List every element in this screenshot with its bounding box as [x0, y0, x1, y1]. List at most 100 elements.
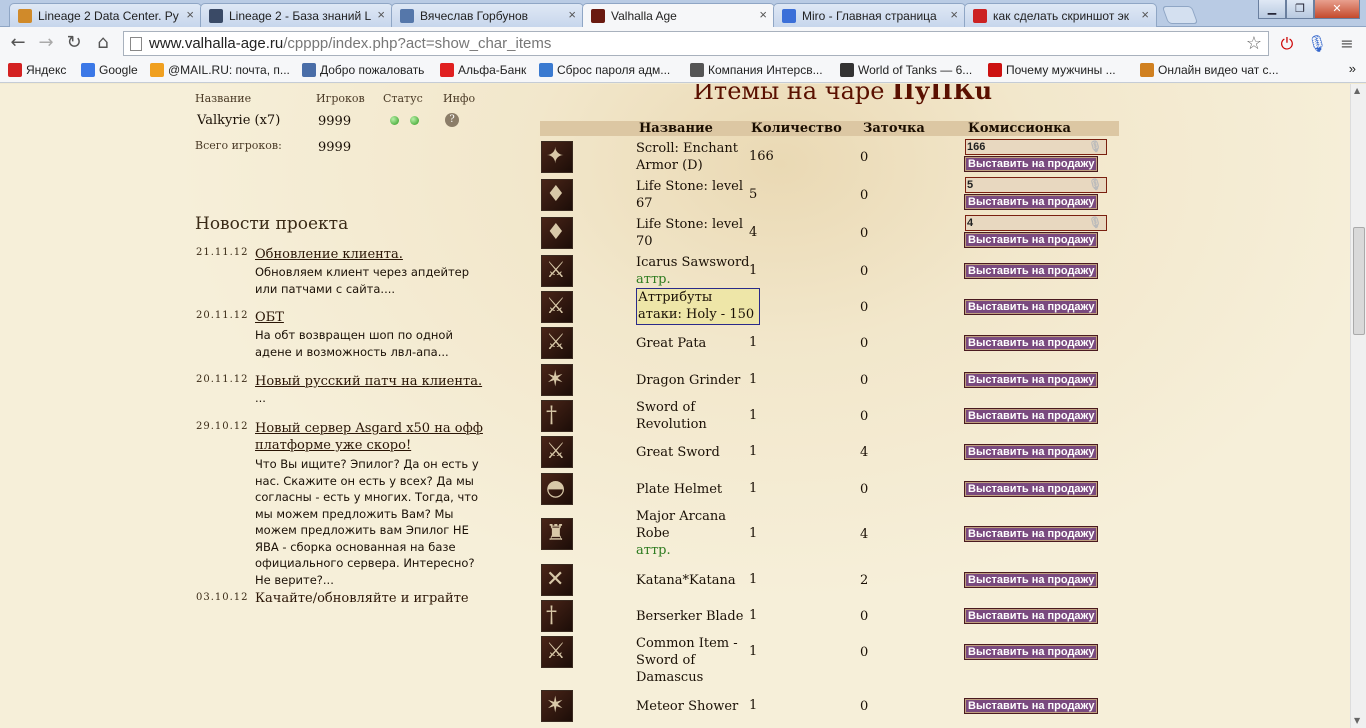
- news-link[interactable]: ОБТ: [255, 309, 485, 326]
- sell-button[interactable]: Выставить на продажу: [965, 445, 1098, 459]
- news-excerpt: ...: [255, 391, 266, 405]
- sell-button[interactable]: Выставить на продажу: [965, 482, 1098, 496]
- close-icon[interactable]: ×: [950, 7, 958, 22]
- window-close-button[interactable]: ✕: [1314, 0, 1360, 19]
- reload-icon[interactable]: ↻: [64, 33, 84, 53]
- item-row: ♦ Life Stone: level 70 4 0 4 🎙 Выставить на пр…: [540, 215, 1120, 250]
- tab-title: Lineage 2 - База знаний L: [229, 9, 372, 23]
- scroll-down-icon[interactable]: ▼: [1354, 716, 1360, 725]
- close-icon[interactable]: ×: [186, 7, 194, 22]
- item-name: Icarus Sawsword аттр.: [636, 254, 760, 288]
- item-row: † Sword of Revolution 1 0 Выставить на прода…: [540, 399, 1120, 433]
- bookmark-item[interactable]: Яндекс: [8, 63, 66, 77]
- item-name-text: Icarus Sawsword: [636, 255, 750, 270]
- bookmark-item[interactable]: Добро пожаловать: [302, 63, 424, 77]
- sell-quantity-input[interactable]: 5 🎙: [965, 177, 1107, 193]
- home-icon[interactable]: ⌂: [93, 33, 113, 53]
- menu-icon[interactable]: ≡: [1336, 33, 1358, 55]
- sell-quantity-input[interactable]: 4 🎙: [965, 215, 1107, 231]
- item-qty: 4: [749, 225, 758, 240]
- news-date: 29.10.12: [196, 421, 249, 432]
- bookmark-item[interactable]: Почему мужчины ...: [988, 63, 1116, 77]
- bookmark-item[interactable]: Онлайн видео чат с...: [1140, 63, 1279, 77]
- bookmark-favicon-icon: [81, 63, 95, 77]
- vertical-scrollbar[interactable]: ▲ ▼: [1350, 84, 1366, 728]
- scrollbar-thumb[interactable]: [1353, 227, 1365, 335]
- item-row: ⚔ Common Item - Sword of Damascus 1 0 Выстав…: [540, 635, 1120, 685]
- sell-button[interactable]: Выставить на продажу: [965, 157, 1098, 171]
- sell-button[interactable]: Выставить на продажу: [965, 233, 1098, 247]
- sell-button[interactable]: Выставить на продажу: [965, 264, 1098, 278]
- attribute-tooltip: Аттрибуты атаки: Holy - 150: [636, 288, 760, 325]
- browser-tab[interactable]: как сделать скриншот эк ×: [964, 3, 1157, 27]
- scroll-up-icon[interactable]: ▲: [1354, 86, 1360, 95]
- items-table-header: Название Количество Заточка Комиссионка: [540, 121, 1119, 136]
- item-attr-link[interactable]: аттр.: [636, 271, 760, 288]
- browser-tab-active[interactable]: Valhalla Age ×: [582, 3, 775, 28]
- back-icon[interactable]: ←: [8, 33, 28, 53]
- item-qty: 1: [749, 372, 758, 387]
- news-date: 20.11.12: [196, 374, 249, 385]
- item-qty: 1: [749, 572, 758, 587]
- bookmark-item[interactable]: @MAIL.RU: почта, п...: [150, 63, 290, 77]
- microphone-icon: 🎙: [1088, 217, 1102, 229]
- item-attr-link[interactable]: аттр.: [636, 542, 760, 559]
- close-icon[interactable]: ×: [377, 7, 385, 22]
- sell-button[interactable]: Выставить на продажу: [965, 373, 1098, 387]
- sell-button[interactable]: Выставить на продажу: [965, 609, 1098, 623]
- bookmark-item[interactable]: Альфа-Банк: [440, 63, 526, 77]
- maximize-button[interactable]: ❐: [1286, 0, 1314, 19]
- news-link[interactable]: Новый русский патч на клиента.: [255, 373, 485, 390]
- sell-button[interactable]: Выставить на продажу: [965, 699, 1098, 713]
- minimize-button[interactable]: ▁: [1258, 0, 1286, 19]
- browser-tab[interactable]: Lineage 2 - База знаний L ×: [200, 3, 393, 27]
- item-glyph-icon: ⚔: [546, 330, 566, 355]
- sell-quantity-input[interactable]: 166 🎙: [965, 139, 1107, 155]
- adblock-icon[interactable]: ⏻: [1276, 33, 1298, 55]
- close-icon[interactable]: ×: [1141, 7, 1149, 22]
- sell-button[interactable]: Выставить на продажу: [965, 645, 1098, 659]
- sell-button[interactable]: Выставить на продажу: [965, 300, 1098, 314]
- item-icon: ♜: [541, 517, 573, 550]
- sell-button[interactable]: Выставить на продажу: [965, 573, 1098, 587]
- item-name-text: Major Arcana Robe: [636, 509, 727, 541]
- browser-tab[interactable]: Lineage 2 Data Center. Ру ×: [9, 3, 202, 27]
- item-name-text: Katana*Katana: [636, 572, 736, 588]
- browser-tab[interactable]: Miro - Главная страница ×: [773, 3, 966, 27]
- tab-title: Miro - Главная страница: [802, 9, 937, 23]
- item-icon: ⚔: [541, 327, 573, 359]
- item-name-text: Dragon Grinder: [636, 372, 741, 388]
- sell-button[interactable]: Выставить на продажу: [965, 336, 1098, 350]
- new-tab-button[interactable]: [1161, 6, 1199, 24]
- bookmark-item[interactable]: World of Tanks — 6...: [840, 63, 972, 77]
- news-date: 21.11.12: [196, 247, 249, 258]
- sell-button[interactable]: Выставить на продажу: [965, 195, 1098, 209]
- bookmark-item[interactable]: Сброс пароля адм...: [539, 63, 670, 77]
- item-row: ✶ Dragon Grinder 1 0 Выставить на продажу: [540, 363, 1120, 397]
- bookmark-star-icon[interactable]: ☆: [1246, 33, 1262, 54]
- microphone-icon[interactable]: 🎙: [1306, 33, 1328, 55]
- item-row: ✕ Katana*Katana 1 2 Выставить на продажу: [540, 563, 1120, 597]
- close-icon[interactable]: ×: [759, 7, 767, 22]
- item-enchant: 0: [860, 150, 869, 165]
- item-enchant: 4: [860, 526, 869, 542]
- forward-icon[interactable]: →: [36, 33, 56, 53]
- close-icon[interactable]: ×: [568, 7, 576, 22]
- item-enchant: 0: [860, 699, 869, 714]
- sell-button[interactable]: Выставить на продажу: [965, 526, 1098, 541]
- item-row: ♜ Major Arcana Robe аттр. 1 4 Выставить на пр…: [540, 508, 1120, 559]
- sell-button[interactable]: Выставить на продажу: [965, 409, 1098, 423]
- news-link[interactable]: Новый сервер Asgard x50 на офф платформе…: [255, 420, 485, 454]
- item-glyph-icon: ✕: [546, 567, 565, 592]
- browser-tab[interactable]: Вячеслав Горбунов ×: [391, 3, 584, 27]
- news-link[interactable]: Качайте/обновляйте и играйте: [255, 590, 485, 607]
- bookmark-item[interactable]: Google: [81, 63, 138, 77]
- news-link[interactable]: Обновление клиента.: [255, 246, 485, 263]
- bookmarks-overflow-button[interactable]: »: [1349, 61, 1356, 76]
- help-icon[interactable]: ?: [445, 113, 459, 127]
- address-bar[interactable]: www.valhalla-age.ru/cpppp/index.php?act=…: [123, 31, 1269, 56]
- bookmark-item[interactable]: Компания Интерсв...: [690, 63, 823, 77]
- item-qty: 1: [749, 335, 758, 350]
- sell-quantity-value: 4: [967, 217, 974, 229]
- item-icon: ◓: [541, 473, 573, 505]
